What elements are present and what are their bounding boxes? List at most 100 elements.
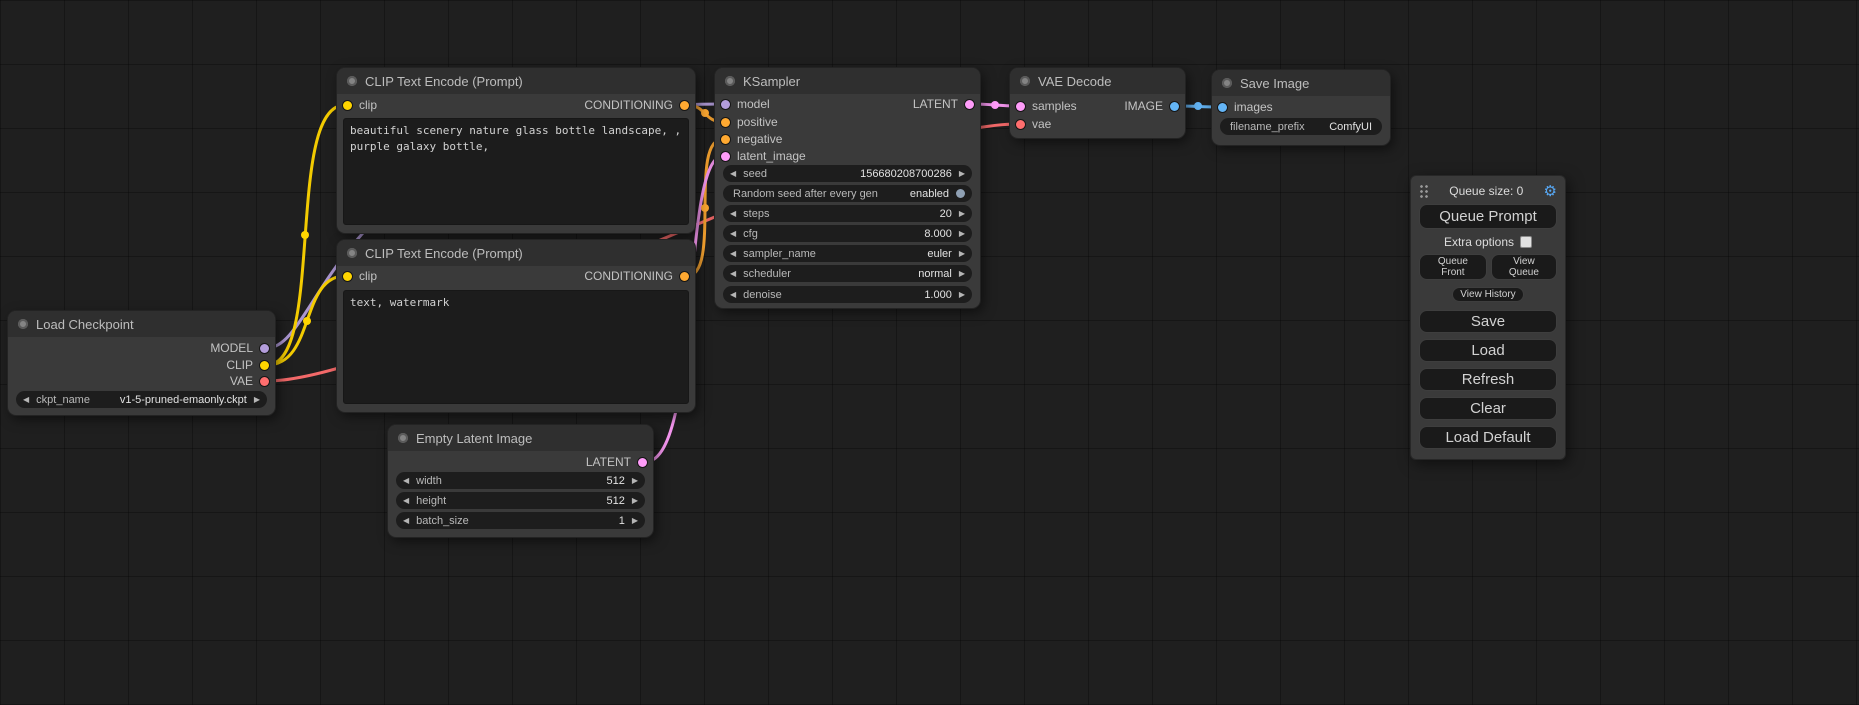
widget-value: v1-5-pruned-emaonly.ckpt [120, 394, 247, 406]
vae-input-port[interactable] [1016, 120, 1025, 129]
decrement-arrow-icon[interactable]: ◀ [403, 497, 409, 505]
widget-scheduler[interactable]: ◀ scheduler normal ▶ [723, 265, 972, 282]
node-load-checkpoint[interactable]: Load Checkpoint MODEL CLIP VAE ◀ ckpt_na… [8, 311, 275, 415]
view-history-button[interactable]: View History [1452, 287, 1523, 302]
node-graph-canvas[interactable]: Load Checkpoint MODEL CLIP VAE ◀ ckpt_na… [0, 0, 1859, 705]
node-titlebar[interactable]: VAE Decode [1010, 68, 1185, 94]
queue-prompt-button[interactable]: Queue Prompt [1419, 204, 1557, 229]
vae-output-port[interactable] [260, 377, 269, 386]
clip-output-port[interactable] [260, 361, 269, 370]
node-titlebar[interactable]: CLIP Text Encode (Prompt) [337, 68, 695, 94]
widget-value: enabled [910, 188, 949, 200]
increment-arrow-icon[interactable]: ▶ [959, 210, 965, 218]
node-save-image[interactable]: Save Image images filename_prefix ComfyU… [1212, 70, 1390, 145]
increment-arrow-icon[interactable]: ▶ [254, 396, 260, 404]
widget-denoise[interactable]: ◀ denoise 1.000 ▶ [723, 286, 972, 303]
clear-button[interactable]: Clear [1419, 397, 1557, 420]
widget-value: 1.000 [924, 289, 952, 301]
decrement-arrow-icon[interactable]: ◀ [403, 477, 409, 485]
widget-height[interactable]: ◀ height 512 ▶ [396, 492, 645, 509]
conditioning-output-port[interactable] [680, 272, 689, 281]
widget-seed[interactable]: ◀ seed 156680208700286 ▶ [723, 165, 972, 182]
decrement-arrow-icon[interactable]: ◀ [730, 230, 736, 238]
positive-input-port[interactable] [721, 118, 730, 127]
increment-arrow-icon[interactable]: ▶ [959, 270, 965, 278]
input-label: latent_image [737, 149, 806, 163]
node-titlebar[interactable]: Save Image [1212, 70, 1390, 96]
queue-menu-panel: Queue size: 0 ⚙ Queue Prompt Extra optio… [1410, 175, 1566, 460]
latent-output-port[interactable] [965, 100, 974, 109]
node-titlebar[interactable]: KSampler [715, 68, 980, 94]
collapse-dot[interactable] [398, 433, 408, 443]
node-vae-decode[interactable]: VAE Decode samples vae IMAGE [1010, 68, 1185, 138]
node-titlebar[interactable]: Empty Latent Image [388, 425, 653, 451]
node-clip-text-encode-positive[interactable]: CLIP Text Encode (Prompt) clip CONDITION… [337, 68, 695, 233]
image-output-port[interactable] [1170, 102, 1179, 111]
latent-output-port[interactable] [638, 458, 647, 467]
widget-label: scheduler [743, 268, 791, 280]
node-title-label: Empty Latent Image [416, 431, 532, 446]
node-title-label: CLIP Text Encode (Prompt) [365, 246, 523, 261]
images-input-port[interactable] [1218, 103, 1227, 112]
latent-image-input-port[interactable] [721, 152, 730, 161]
load-button[interactable]: Load [1419, 339, 1557, 362]
node-titlebar[interactable]: Load Checkpoint [8, 311, 275, 337]
output-label: LATENT [586, 455, 631, 469]
increment-arrow-icon[interactable]: ▶ [959, 291, 965, 299]
collapse-dot[interactable] [347, 76, 357, 86]
node-empty-latent-image[interactable]: Empty Latent Image LATENT ◀ width 512 ▶ … [388, 425, 653, 537]
widget-batch-size[interactable]: ◀ batch_size 1 ▶ [396, 512, 645, 529]
positive-prompt-textarea[interactable]: beautiful scenery nature glass bottle la… [343, 118, 689, 225]
decrement-arrow-icon[interactable]: ◀ [730, 170, 736, 178]
decrement-arrow-icon[interactable]: ◀ [23, 396, 29, 404]
widget-sampler-name[interactable]: ◀ sampler_name euler ▶ [723, 245, 972, 262]
widget-steps[interactable]: ◀ steps 20 ▶ [723, 205, 972, 222]
increment-arrow-icon[interactable]: ▶ [959, 230, 965, 238]
save-button[interactable]: Save [1419, 310, 1557, 333]
increment-arrow-icon[interactable]: ▶ [632, 477, 638, 485]
output-slot-clip: CLIP [10, 358, 273, 372]
extra-options-label: Extra options [1444, 235, 1514, 249]
node-ksampler[interactable]: KSampler model positive negative latent_… [715, 68, 980, 308]
negative-input-port[interactable] [721, 135, 730, 144]
decrement-arrow-icon[interactable]: ◀ [730, 210, 736, 218]
widget-label: denoise [743, 289, 782, 301]
decrement-arrow-icon[interactable]: ◀ [730, 291, 736, 299]
widget-label: seed [743, 168, 767, 180]
widget-random-seed-toggle[interactable]: Random seed after every gen enabled [723, 185, 972, 202]
collapse-dot[interactable] [18, 319, 28, 329]
increment-arrow-icon[interactable]: ▶ [959, 170, 965, 178]
wire-midpoint-dot [1194, 102, 1202, 110]
queue-front-button[interactable]: Queue Front [1419, 254, 1487, 280]
increment-arrow-icon[interactable]: ▶ [632, 517, 638, 525]
collapse-dot[interactable] [1222, 78, 1232, 88]
collapse-dot[interactable] [1020, 76, 1030, 86]
increment-arrow-icon[interactable]: ▶ [632, 497, 638, 505]
view-queue-button[interactable]: View Queue [1491, 254, 1557, 280]
negative-prompt-textarea[interactable]: text, watermark [343, 290, 689, 404]
conditioning-output-port[interactable] [680, 101, 689, 110]
node-title-label: KSampler [743, 74, 800, 89]
model-output-port[interactable] [260, 344, 269, 353]
decrement-arrow-icon[interactable]: ◀ [403, 517, 409, 525]
decrement-arrow-icon[interactable]: ◀ [730, 250, 736, 258]
widget-label: steps [743, 208, 769, 220]
node-clip-text-encode-negative[interactable]: CLIP Text Encode (Prompt) clip CONDITION… [337, 240, 695, 412]
settings-gear-icon[interactable]: ⚙ [1544, 184, 1557, 199]
widget-width[interactable]: ◀ width 512 ▶ [396, 472, 645, 489]
drag-handle-icon[interactable] [1419, 184, 1429, 198]
refresh-button[interactable]: Refresh [1419, 368, 1557, 391]
widget-filename-prefix[interactable]: filename_prefix ComfyUI [1220, 118, 1382, 135]
history-row: View History [1419, 284, 1557, 302]
collapse-dot[interactable] [347, 248, 357, 258]
extra-options-checkbox[interactable] [1520, 236, 1532, 248]
node-titlebar[interactable]: CLIP Text Encode (Prompt) [337, 240, 695, 266]
decrement-arrow-icon[interactable]: ◀ [730, 270, 736, 278]
widget-ckpt-name[interactable]: ◀ ckpt_name v1-5-pruned-emaonly.ckpt ▶ [16, 391, 267, 408]
widget-cfg[interactable]: ◀ cfg 8.000 ▶ [723, 225, 972, 242]
toggle-knob[interactable] [956, 189, 965, 198]
input-slot-images: images [1214, 100, 1388, 114]
increment-arrow-icon[interactable]: ▶ [959, 250, 965, 258]
collapse-dot[interactable] [725, 76, 735, 86]
load-default-button[interactable]: Load Default [1419, 426, 1557, 449]
